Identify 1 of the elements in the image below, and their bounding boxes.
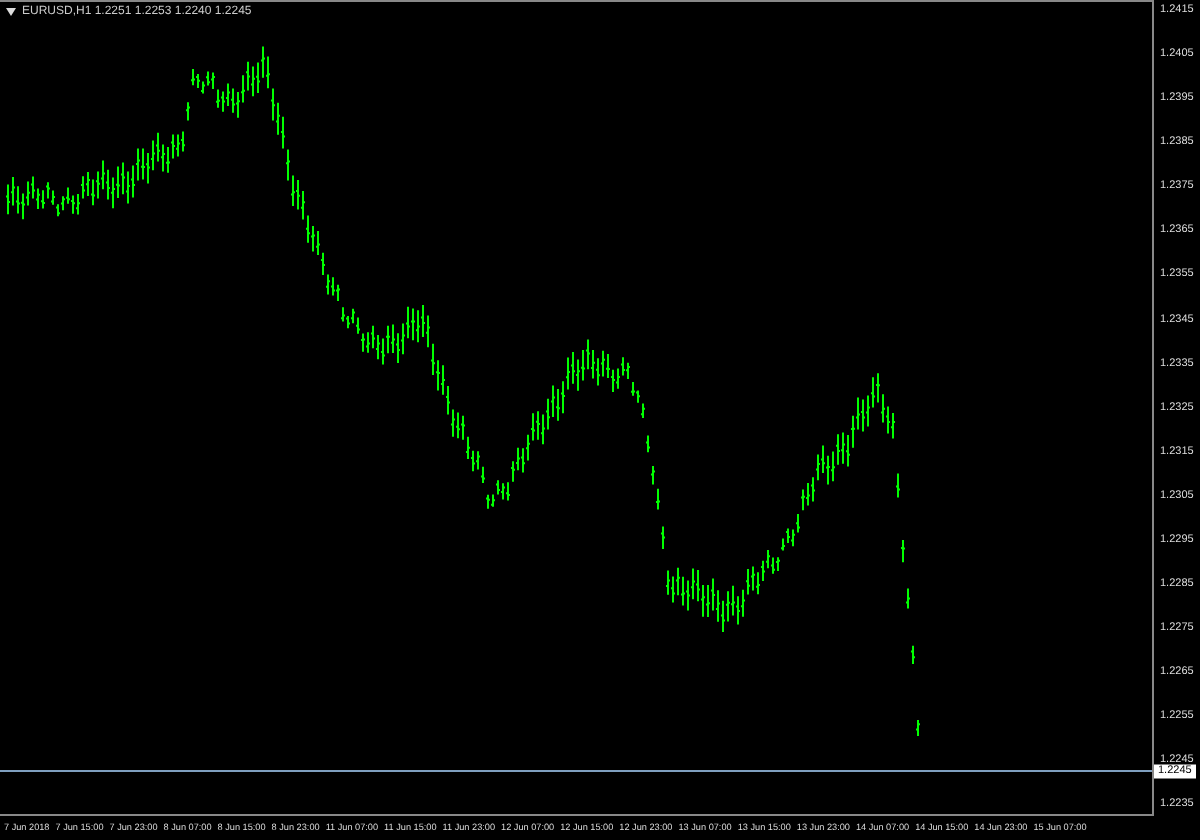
dropdown-triangle-icon[interactable] — [6, 8, 16, 16]
